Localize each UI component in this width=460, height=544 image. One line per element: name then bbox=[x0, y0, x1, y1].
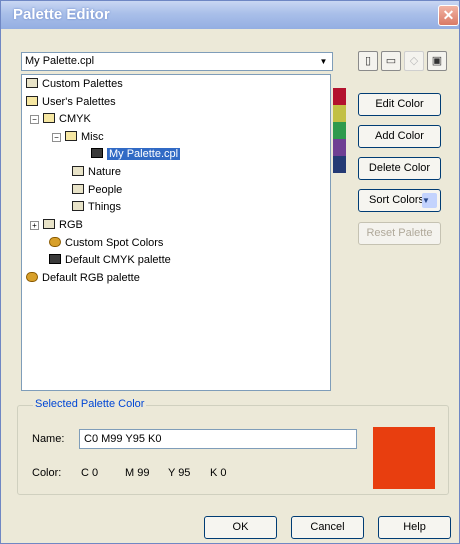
spot-colors-icon bbox=[49, 237, 61, 247]
edit-color-button[interactable]: Edit Color bbox=[358, 93, 441, 116]
palette-editor-window: Palette Editor ✕ My Palette.cpl ▼ ▯ ▭ ◇ … bbox=[0, 0, 460, 544]
save-palette-icon: ◇ bbox=[409, 55, 419, 67]
add-color-button[interactable]: Add Color bbox=[358, 125, 441, 148]
cyan-value: C 0 bbox=[81, 467, 99, 479]
sort-colors-button[interactable]: Sort Colors ▼ bbox=[358, 189, 441, 212]
palette-file-icon bbox=[49, 254, 61, 264]
tree-item-rgb[interactable]: + RGB bbox=[30, 218, 83, 232]
palette-swatch[interactable] bbox=[333, 156, 346, 173]
selected-color-group-label: Selected Palette Color bbox=[33, 398, 147, 410]
chevron-down-icon[interactable]: ▼ bbox=[422, 193, 437, 208]
palette-file-icon bbox=[91, 148, 103, 158]
color-label: Color: bbox=[32, 467, 62, 479]
tree-item-default-rgb-palette[interactable]: Default RGB palette bbox=[26, 271, 140, 285]
folder-open-icon bbox=[43, 113, 55, 123]
tree-item-misc[interactable]: − Misc bbox=[52, 130, 104, 144]
collapse-icon[interactable]: − bbox=[52, 133, 61, 142]
spot-colors-icon bbox=[26, 272, 38, 282]
reset-palette-button[interactable]: Reset Palette bbox=[358, 222, 441, 245]
palette-tree[interactable]: Custom Palettes User's Palettes − CMYK − M… bbox=[21, 74, 331, 391]
expand-icon[interactable]: + bbox=[30, 221, 39, 230]
help-button[interactable]: Help bbox=[378, 516, 451, 539]
tree-item-things[interactable]: Things bbox=[72, 200, 121, 214]
cancel-button[interactable]: Cancel bbox=[291, 516, 364, 539]
collapse-icon[interactable]: − bbox=[30, 115, 39, 124]
chevron-down-icon[interactable]: ▼ bbox=[316, 54, 331, 69]
close-button[interactable]: ✕ bbox=[438, 5, 459, 26]
new-palette-button[interactable]: ▯ bbox=[358, 51, 378, 71]
color-preview-swatch bbox=[373, 427, 435, 489]
folder-icon bbox=[43, 219, 55, 229]
palette-dropdown-value: My Palette.cpl bbox=[25, 55, 95, 67]
tree-item-default-cmyk-palette[interactable]: Default CMYK palette bbox=[49, 253, 171, 267]
window-title: Palette Editor bbox=[13, 6, 110, 23]
sort-colors-label: Sort Colors bbox=[369, 194, 425, 206]
folder-icon bbox=[26, 78, 38, 88]
save-as-palette-icon: ▣ bbox=[431, 55, 443, 67]
tree-item-nature[interactable]: Nature bbox=[72, 165, 121, 179]
delete-color-button[interactable]: Delete Color bbox=[358, 157, 441, 180]
black-value: K 0 bbox=[210, 467, 227, 479]
folder-icon bbox=[72, 184, 84, 194]
open-palette-icon: ▭ bbox=[385, 55, 397, 67]
palette-swatch[interactable] bbox=[333, 105, 346, 122]
palette-dropdown[interactable]: My Palette.cpl ▼ bbox=[21, 52, 333, 71]
ok-button[interactable]: OK bbox=[204, 516, 277, 539]
save-palette-button[interactable]: ◇ bbox=[404, 51, 424, 71]
tree-item-custom-palettes[interactable]: Custom Palettes bbox=[26, 77, 123, 91]
tree-item-cmyk[interactable]: − CMYK bbox=[30, 112, 91, 126]
name-label: Name: bbox=[32, 433, 65, 445]
palette-swatch-strip bbox=[333, 88, 346, 173]
new-palette-icon: ▯ bbox=[364, 55, 372, 67]
open-palette-button[interactable]: ▭ bbox=[381, 51, 401, 71]
folder-icon bbox=[72, 201, 84, 211]
title-bar[interactable]: Palette Editor ✕ bbox=[1, 1, 459, 29]
color-name-input[interactable]: C0 M99 Y95 K0 bbox=[79, 429, 357, 449]
yellow-value: Y 95 bbox=[168, 467, 191, 479]
save-as-palette-button[interactable]: ▣ bbox=[427, 51, 447, 71]
tree-item-users-palettes[interactable]: User's Palettes bbox=[26, 95, 116, 109]
palette-swatch[interactable] bbox=[333, 88, 346, 105]
tree-item-my-palette[interactable]: My Palette.cpl bbox=[91, 147, 182, 161]
palette-swatch[interactable] bbox=[333, 122, 346, 139]
folder-open-icon bbox=[65, 131, 77, 141]
palette-swatch[interactable] bbox=[333, 139, 346, 156]
magenta-value: M 99 bbox=[125, 467, 150, 479]
tree-item-custom-spot-colors[interactable]: Custom Spot Colors bbox=[49, 236, 163, 250]
tree-item-people[interactable]: People bbox=[72, 183, 122, 197]
folder-open-icon bbox=[26, 96, 38, 106]
folder-icon bbox=[72, 166, 84, 176]
